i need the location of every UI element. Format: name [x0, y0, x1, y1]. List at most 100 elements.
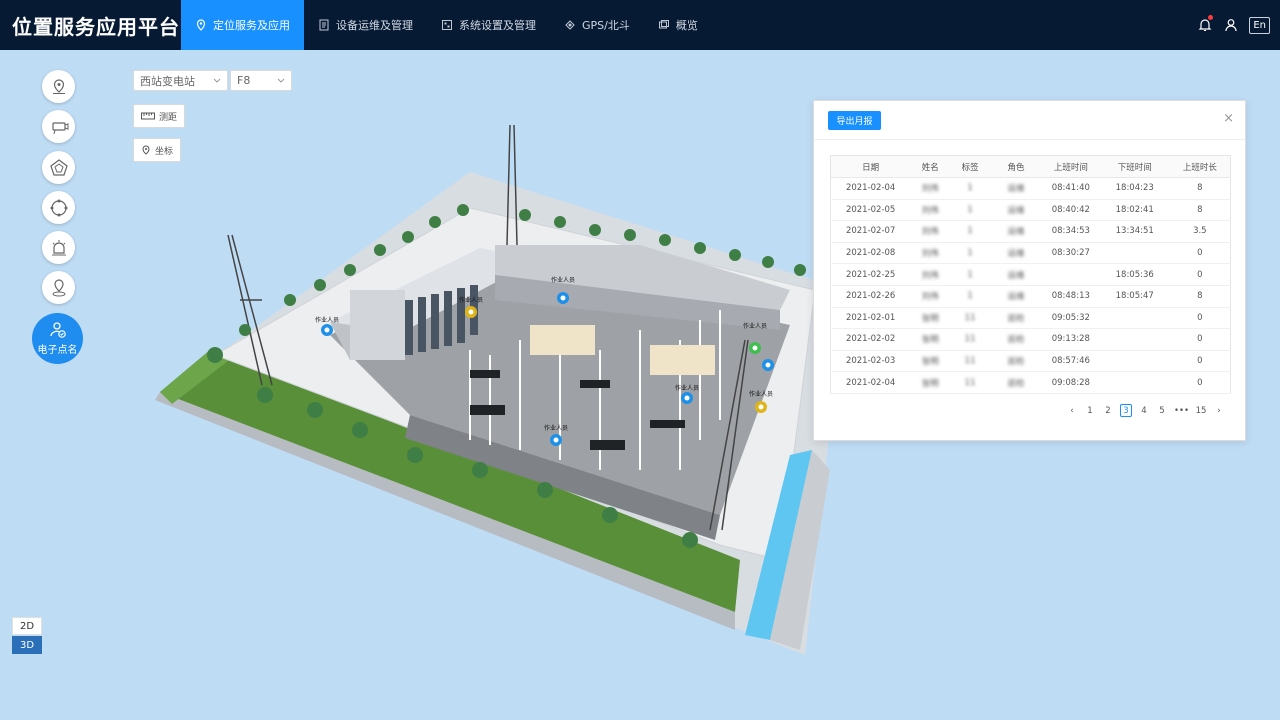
sidebar-location-button[interactable] [42, 70, 75, 103]
page-number-button[interactable]: 2 [1102, 404, 1114, 417]
overview-icon [658, 20, 669, 29]
table-cell: 1 [950, 199, 991, 222]
table-cell: 0 [1169, 242, 1231, 265]
column-header: 上班时间 [1041, 155, 1100, 178]
language-toggle[interactable]: En [1249, 16, 1270, 34]
table-cell: 张明 [910, 350, 951, 373]
next-page-button[interactable]: › [1213, 404, 1225, 417]
table-cell: 08:34:53 [1041, 220, 1100, 243]
table-cell: 8 [1169, 285, 1231, 308]
table-cell: 刘伟 [910, 177, 951, 200]
bell-icon[interactable] [1197, 15, 1214, 33]
nav-label: 系统设置及管理 [459, 19, 536, 32]
svg-text:作业人员: 作业人员 [749, 390, 773, 398]
table-cell: 张明 [910, 371, 951, 394]
patrol-circle-icon [50, 199, 67, 216]
sidebar-roll-call-button[interactable]: 电子点名 [32, 313, 83, 364]
table-row: 2021-02-02 张明 11 巡检 09:13:28 0 [830, 328, 1231, 351]
table-cell: 11 [950, 350, 991, 373]
top-right-actions: En [1197, 0, 1270, 50]
table-header-row: 日期 姓名 标签 角色 上班时间 下班时间 上班时长 [830, 155, 1231, 178]
table-cell: 2021-02-07 [830, 220, 911, 243]
table-cell: 08:57:46 [1041, 350, 1100, 373]
table-cell: 08:48:13 [1041, 285, 1100, 308]
nav-device-maintenance[interactable]: 设备运维及管理 [304, 0, 427, 50]
table-cell: 张明 [910, 307, 951, 330]
column-header: 上班时长 [1169, 155, 1231, 178]
nav-location-service[interactable]: 定位服务及应用 [181, 0, 304, 50]
page-number-button[interactable]: 1 [1084, 404, 1096, 417]
svg-text:作业人员: 作业人员 [459, 296, 483, 304]
table-cell: 运维 [990, 220, 1042, 243]
satellite-icon [565, 20, 575, 30]
column-header: 日期 [830, 155, 911, 178]
page-number-button[interactable]: 4 [1138, 404, 1150, 417]
table-cell: 刘伟 [910, 263, 951, 286]
view-3d-button[interactable]: 3D [12, 636, 42, 654]
measure-distance-button[interactable]: 测距 [133, 104, 186, 128]
station-select[interactable]: 西站变电站 [133, 70, 228, 91]
table-row: 2021-02-04 张明 11 巡检 09:08:28 0 [830, 371, 1231, 394]
table-cell: 刘伟 [910, 199, 951, 222]
coordinate-label: 坐标 [155, 146, 174, 157]
person-check-icon [49, 322, 66, 338]
sidebar-fence-button[interactable] [42, 151, 75, 184]
app-title: 位置服务应用平台 [12, 14, 180, 39]
coordinate-button[interactable]: 坐标 [133, 138, 182, 162]
nav-label: 设备运维及管理 [336, 19, 413, 32]
track-pin-icon [52, 278, 65, 296]
nav-gps-beidou[interactable]: GPS/北斗 [550, 0, 644, 50]
worker-marker[interactable] [762, 359, 774, 371]
table-body: 2021-02-04 刘伟 1 运维 08:41:40 18:04:23 8 2021-02-… [830, 177, 1231, 394]
prev-page-button[interactable]: ‹ [1066, 404, 1078, 417]
page-number-button[interactable]: 5 [1156, 404, 1168, 417]
close-icon[interactable]: × [1223, 111, 1234, 126]
table-cell: 运维 [990, 263, 1042, 286]
table-cell: 1 [950, 242, 991, 265]
table-row: 2021-02-25 刘伟 1 运维 18:05:36 0 [830, 263, 1231, 286]
table-cell: 2021-02-08 [830, 242, 911, 265]
main-nav: 定位服务及应用 设备运维及管理 系统设置及管理 GPS/北斗 概览 [181, 0, 712, 50]
table-cell [1099, 371, 1170, 394]
user-icon[interactable] [1223, 17, 1239, 33]
floor-select[interactable]: F8 [230, 70, 292, 91]
attendance-panel: 导出月报 × 日期 姓名 标签 角色 上班时间 下班时间 上班时长 2021-0… [813, 100, 1246, 441]
pagination: ‹ 1 2 3 4 5 ••• 15 › [1066, 404, 1225, 417]
nav-overview[interactable]: 概览 [644, 0, 712, 50]
table-cell: 运维 [990, 242, 1042, 265]
table-row: 2021-02-08 刘伟 1 运维 08:30:27 0 [830, 242, 1231, 265]
table-row: 2021-02-04 刘伟 1 运维 08:41:40 18:04:23 8 [830, 177, 1231, 200]
table-cell: 1 [950, 177, 991, 200]
sidebar-patrol-button[interactable] [42, 191, 75, 224]
chevron-down-icon [213, 78, 221, 83]
table-cell: 18:02:41 [1099, 199, 1170, 222]
sidebar-alarm-button[interactable] [42, 231, 75, 264]
station-value: 西站变电站 [140, 74, 195, 88]
table-cell: 0 [1169, 328, 1231, 351]
export-monthly-report-button[interactable]: 导出月报 [828, 111, 881, 130]
page-number-button[interactable]: 15 [1195, 404, 1207, 417]
page-number-button[interactable]: 3 [1119, 404, 1132, 417]
measure-label: 测距 [159, 112, 178, 123]
table-row: 2021-02-26 刘伟 1 运维 08:48:13 18:05:47 8 [830, 285, 1231, 308]
table-cell: 巡检 [990, 371, 1042, 394]
table-cell: 18:05:36 [1099, 263, 1170, 286]
table-cell: 巡检 [990, 307, 1042, 330]
sidebar-camera-button[interactable] [42, 110, 75, 143]
table-cell: 09:08:28 [1041, 371, 1100, 394]
table-cell: 刘伟 [910, 285, 951, 308]
table-cell: 0 [1169, 307, 1231, 330]
table-cell: 运维 [990, 199, 1042, 222]
page-number-button[interactable]: ••• [1174, 404, 1189, 417]
sidebar-track-button[interactable] [42, 271, 75, 304]
table-row: 2021-02-03 张明 11 巡检 08:57:46 0 [830, 350, 1231, 373]
fence-pentagon-icon [49, 158, 68, 176]
table-cell: 1 [950, 285, 991, 308]
table-cell: 8 [1169, 199, 1231, 222]
view-2d-button[interactable]: 2D [12, 617, 42, 635]
table-cell [1099, 328, 1170, 351]
table-cell: 2021-02-26 [830, 285, 911, 308]
alarm-light-icon [51, 239, 66, 255]
table-cell [1099, 242, 1170, 265]
nav-system-settings[interactable]: 系统设置及管理 [427, 0, 550, 50]
